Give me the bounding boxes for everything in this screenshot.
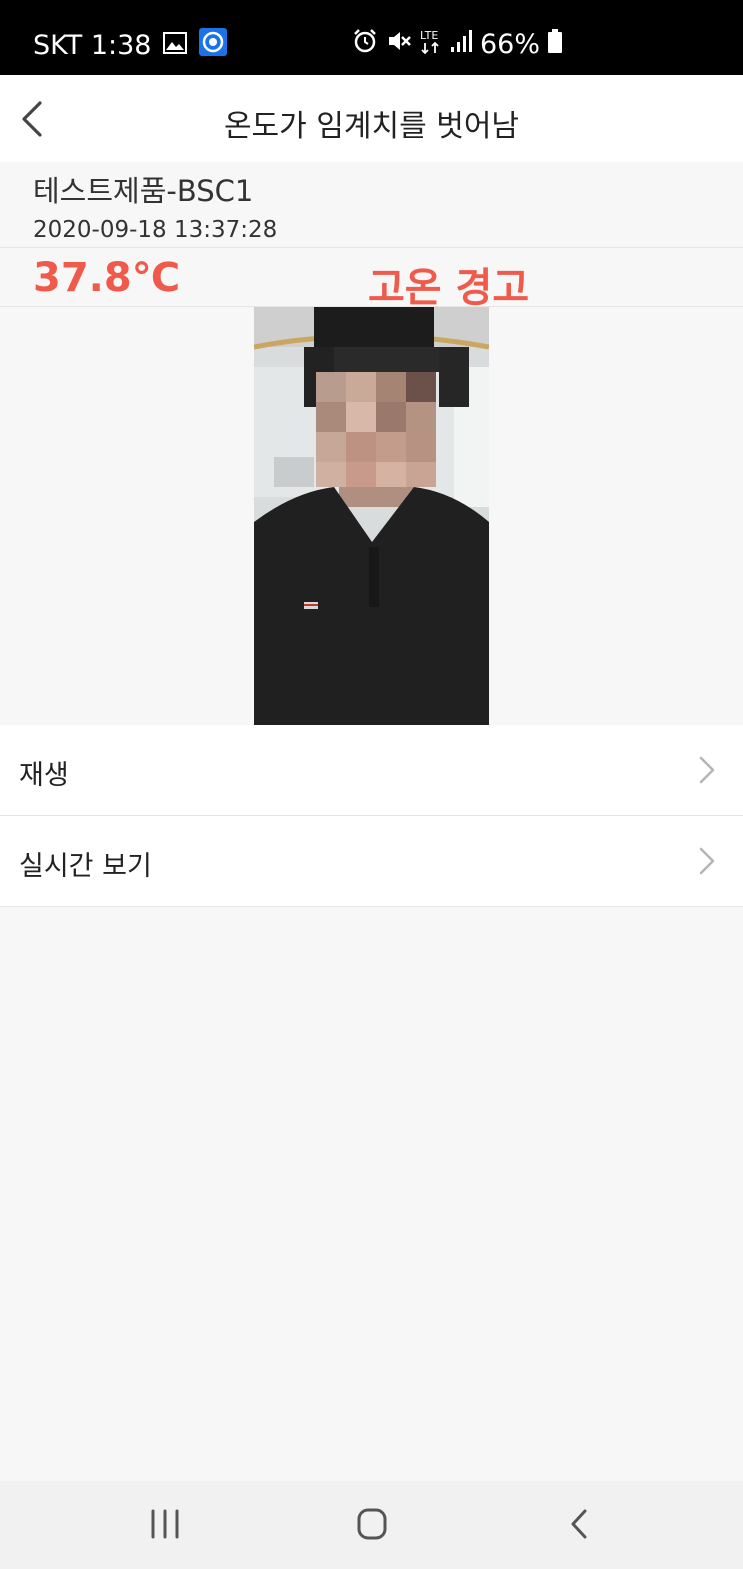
chevron-right-icon	[699, 756, 715, 784]
device-name: 테스트제품-BSC1	[33, 174, 254, 208]
page-title: 온도가 임계치를 벗어남	[223, 109, 520, 144]
svg-text:LTE: LTE	[420, 29, 438, 42]
back-icon	[571, 1509, 587, 1539]
app-notification-icon	[199, 28, 228, 63]
system-nav-bar	[0, 1481, 743, 1569]
recents-button[interactable]	[140, 1499, 190, 1549]
event-timestamp: 2020-09-18 13:37:28	[33, 217, 278, 243]
menu-item-label: 실시간 보기	[19, 851, 152, 882]
lte-icon: LTE	[420, 28, 442, 61]
gallery-icon	[163, 30, 188, 61]
status-right: LTE 66%	[352, 28, 562, 61]
header: 온도가 임계치를 벗어남	[0, 75, 743, 162]
battery-percent: 66%	[479, 29, 540, 60]
divider	[0, 247, 743, 248]
temperature-value: 37.8℃	[33, 255, 181, 301]
home-icon	[357, 1508, 387, 1540]
signal-icon	[450, 29, 472, 60]
carrier-time: SKT 1:38	[33, 30, 152, 61]
menu-item-live-view[interactable]: 실시간 보기	[0, 816, 743, 907]
event-info: 테스트제품-BSC1 2020-09-18 13:37:28 37.8℃ 고온 …	[0, 162, 743, 311]
battery-icon	[548, 29, 562, 60]
high-temp-warning: 고온 경고	[368, 265, 530, 311]
status-left: SKT 1:38	[33, 28, 228, 63]
snapshot-image[interactable]	[254, 307, 489, 725]
chevron-right-icon	[699, 847, 715, 875]
mute-icon	[386, 28, 412, 61]
menu-item-label: 재생	[19, 760, 69, 791]
action-menu: 재생 실시간 보기	[0, 725, 743, 907]
status-bar: SKT 1:38 LTE 66%	[0, 0, 743, 75]
alarm-icon	[352, 28, 378, 61]
back-nav-button[interactable]	[555, 1499, 605, 1549]
menu-item-playback[interactable]: 재생	[0, 725, 743, 816]
home-button[interactable]	[347, 1499, 397, 1549]
recents-icon	[151, 1509, 179, 1539]
